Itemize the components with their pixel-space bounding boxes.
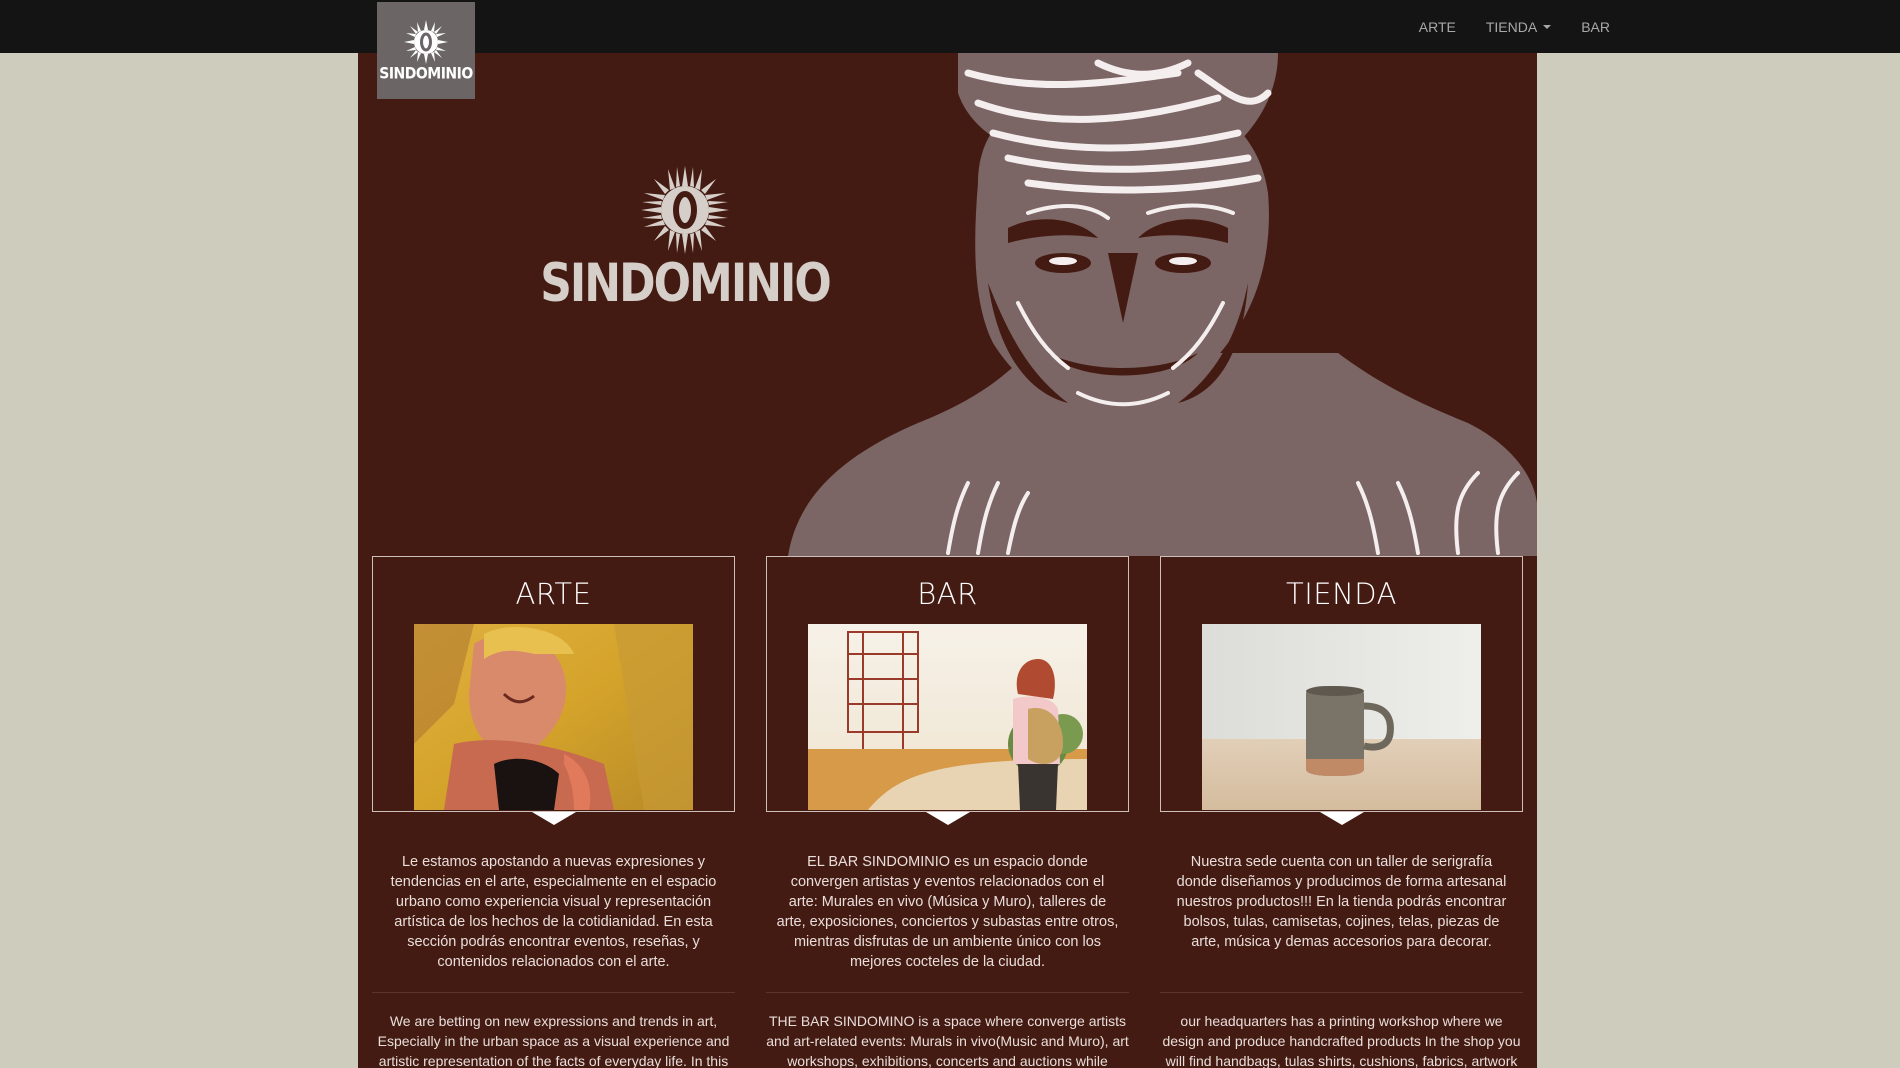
- card-title: BAR: [917, 577, 978, 611]
- nav-menu: ARTE TIENDA BAR: [1419, 0, 1610, 53]
- card-arte-link[interactable]: ARTE: [372, 556, 735, 825]
- sun-logo-icon: [404, 19, 448, 64]
- card-bar-description-en: THE BAR SINDOMINO is a space where conve…: [766, 1013, 1129, 1068]
- card-bar-image[interactable]: [808, 624, 1087, 810]
- card-bar-link[interactable]: BAR: [766, 556, 1129, 825]
- card-tienda: TIENDA Nuestra sede cuenta con un taller…: [1160, 556, 1523, 1068]
- nav-item-arte[interactable]: ARTE: [1419, 19, 1456, 35]
- nav-item-tienda-label: TIENDA: [1485, 18, 1538, 35]
- nav-item-bar[interactable]: BAR: [1581, 19, 1610, 35]
- card-tienda-description-es: Nuestra sede cuenta con un taller de ser…: [1176, 854, 1507, 950]
- hero-logo-text: SINDOMINIO: [540, 252, 832, 314]
- nav-item-arte-label: ARTE: [1418, 18, 1456, 35]
- divider: [1160, 992, 1523, 993]
- main-content: SINDOMINIO ARTE Le estamos apostando a n…: [358, 53, 1537, 1068]
- divider: [766, 992, 1129, 993]
- card-tienda-link[interactable]: TIENDA: [1160, 556, 1523, 825]
- hero-logo: SINDOMINIO: [540, 166, 832, 310]
- section-cards: ARTE Le estamos apostando a nuevas expre…: [372, 556, 1523, 1068]
- brand-name: SINDOMINIO: [379, 64, 473, 83]
- card-pointer-arrow: [531, 812, 576, 825]
- hero-portrait-illustration: [788, 53, 1537, 556]
- card-arte-image[interactable]: [414, 624, 693, 810]
- top-navbar: ARTE TIENDA BAR: [0, 0, 1900, 53]
- nav-item-tienda[interactable]: TIENDA: [1485, 18, 1552, 35]
- sun-emblem-icon: [641, 166, 729, 254]
- card-pointer-arrow: [1319, 812, 1364, 825]
- hero-banner: SINDOMINIO: [358, 53, 1537, 556]
- card-bar-description-es: EL BAR SINDOMINIO es un espacio donde co…: [776, 854, 1119, 970]
- nav-item-bar-label: BAR: [1581, 18, 1610, 35]
- card-title: ARTE: [515, 577, 592, 611]
- card-tienda-image[interactable]: [1202, 624, 1481, 810]
- card-arte-description-es: Le estamos apostando a nuevas expresione…: [390, 854, 717, 970]
- card-arte: ARTE Le estamos apostando a nuevas expre…: [372, 556, 735, 1068]
- card-bar: BAR EL BAR SINDOMINIO es un espacio dond…: [766, 556, 1129, 1068]
- divider: [372, 992, 735, 993]
- card-pointer-arrow: [925, 812, 970, 825]
- caret-down-icon: [1543, 24, 1552, 29]
- card-title: TIENDA: [1286, 577, 1397, 611]
- brand-logo-link[interactable]: SINDOMINIO: [377, 2, 475, 99]
- card-tienda-description-en: our headquarters has a printing workshop…: [1162, 1013, 1521, 1068]
- card-arte-description-en: We are betting on new expressions and tr…: [377, 1013, 730, 1068]
